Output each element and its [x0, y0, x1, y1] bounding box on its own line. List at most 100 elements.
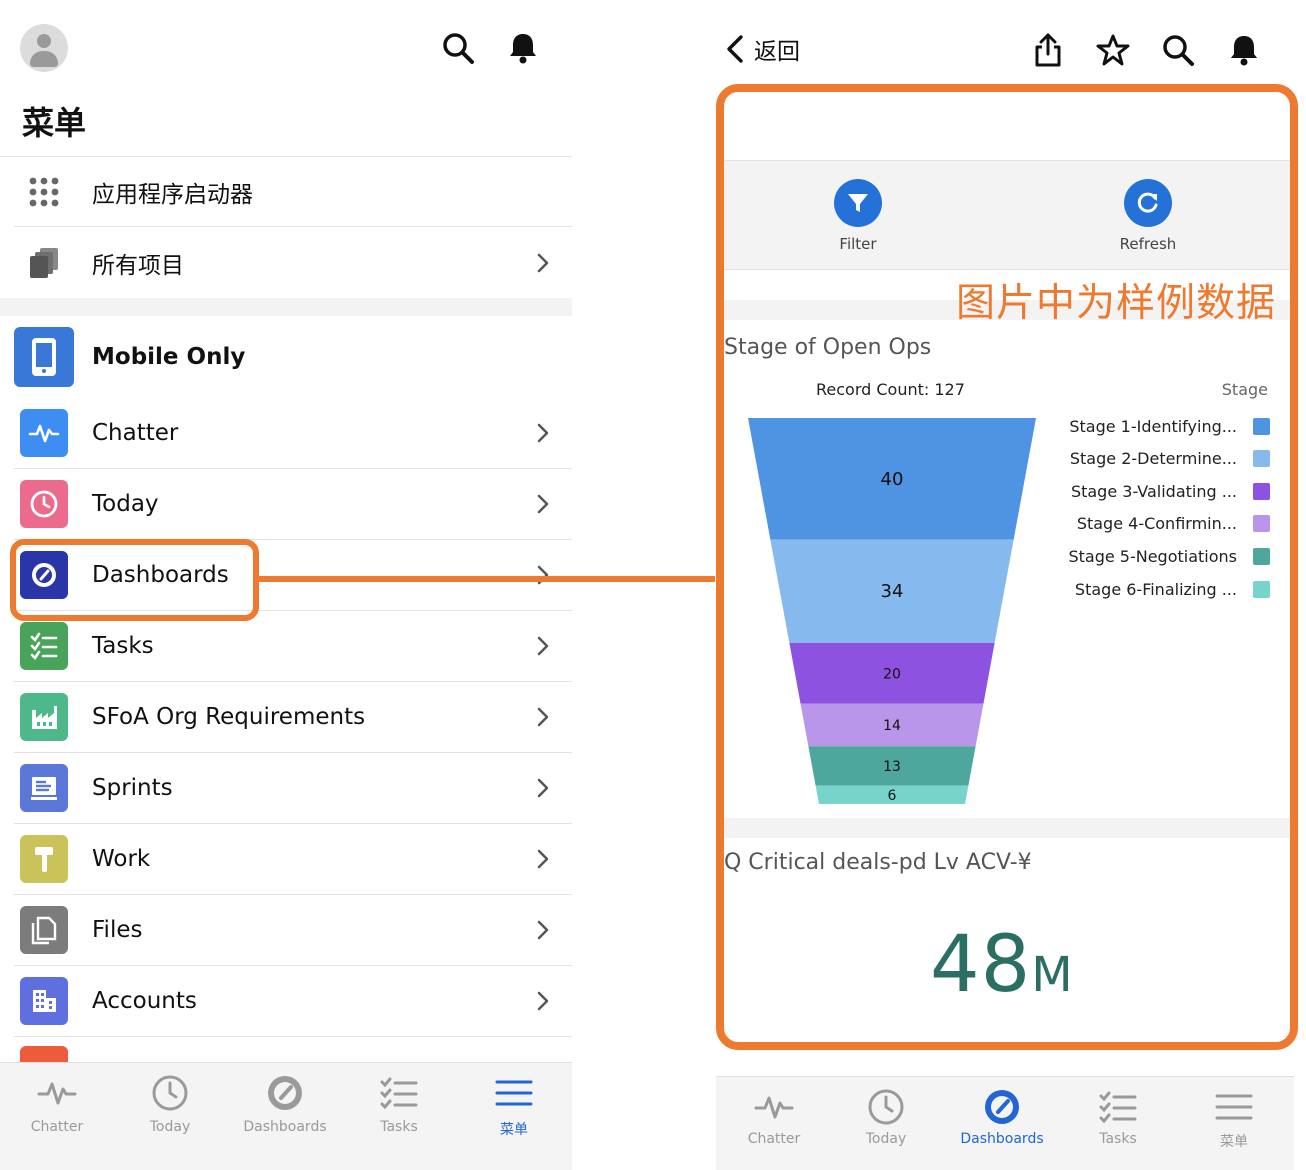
- filter-button[interactable]: Filter: [788, 179, 928, 253]
- chevron-right-icon: [536, 989, 552, 1013]
- menu-item-label: Files: [92, 917, 143, 943]
- tab-dashboards[interactable]: Dashboards: [228, 1063, 342, 1170]
- chevron-right-icon: [536, 251, 552, 275]
- menu-item-app-launcher[interactable]: 应用程序启动器: [0, 157, 572, 227]
- pulse-icon: [37, 1073, 77, 1113]
- tab-chatter[interactable]: Chatter: [0, 1063, 114, 1170]
- chevron-right-icon: [536, 847, 552, 871]
- tab-chatter[interactable]: Chatter: [716, 1077, 832, 1170]
- menu-item-label: Today: [92, 491, 159, 517]
- dashboard-toolbar: Filter Refresh: [724, 160, 1290, 270]
- record-count: Record Count: 127: [816, 380, 965, 399]
- tab-label: Chatter: [747, 1131, 801, 1147]
- menu-panel: 菜单 应用程序启动器 所有项目 Mobile Only Chatter Toda…: [0, 0, 572, 1170]
- filter-label: Filter: [839, 235, 877, 253]
- funnel-value-label: 13: [883, 759, 901, 775]
- clock-icon: [151, 1073, 189, 1113]
- menu-item-sprints[interactable]: Sprints: [0, 753, 572, 823]
- tab-label: Dashboards: [243, 1119, 327, 1135]
- tab-menu[interactable]: 菜单: [1176, 1077, 1292, 1170]
- tab-tasks[interactable]: Tasks: [1060, 1077, 1176, 1170]
- menu-item-accounts[interactable]: Accounts: [0, 966, 572, 1036]
- checklist-icon: [380, 1073, 418, 1113]
- factory-icon: [20, 693, 68, 741]
- tab-label: Today: [865, 1131, 907, 1147]
- chevron-right-icon: [536, 634, 552, 658]
- dashboard-gauge-icon: [266, 1073, 304, 1113]
- tab-menu[interactable]: 菜单: [457, 1063, 571, 1170]
- stacked-pages-icon: [20, 239, 68, 287]
- board-icon: [20, 764, 68, 812]
- metric-unit: M: [1031, 947, 1074, 1003]
- callout-connector-line: [257, 576, 715, 582]
- tab-tasks[interactable]: Tasks: [342, 1063, 456, 1170]
- funnel-chart: 40 34 20 14 13 6: [748, 418, 1036, 804]
- chart-title: Stage of Open Ops: [724, 335, 932, 360]
- files-icon: [20, 906, 68, 954]
- refresh-icon: [1124, 179, 1172, 227]
- menu-item-chatter[interactable]: Chatter: [0, 398, 572, 468]
- app-launcher-grid-icon: [20, 168, 68, 216]
- menu-item-today[interactable]: Today: [0, 469, 572, 539]
- funnel-value-label: 40: [881, 469, 904, 490]
- menu-item-label: Chatter: [92, 420, 179, 446]
- pulse-icon: [754, 1087, 794, 1127]
- bell-icon[interactable]: [503, 28, 543, 68]
- avatar[interactable]: [20, 24, 68, 72]
- refresh-button[interactable]: Refresh: [1078, 179, 1218, 253]
- menu-item-tasks[interactable]: Tasks: [0, 611, 572, 681]
- tab-today[interactable]: Today: [113, 1063, 227, 1170]
- metric-title: Q Critical deals-pd Lv ACV-¥: [724, 850, 1032, 875]
- menu-item-label: Accounts: [92, 988, 197, 1014]
- back-button[interactable]: 返回: [724, 32, 800, 66]
- metric-number: 48: [930, 920, 1032, 1010]
- funnel-value-label: 20: [883, 666, 901, 682]
- chevron-left-icon: [727, 35, 743, 63]
- tab-label: Dashboards: [960, 1131, 1044, 1147]
- building-icon: [20, 977, 68, 1025]
- bottom-tab-bar: Chatter Today Dashboards Tasks 菜单: [0, 1062, 572, 1170]
- dashboard-highlight-frame: Filter Refresh 图片中为样例数据 Stage of Open Op…: [716, 84, 1298, 1050]
- section-header-mobile-only: Mobile Only: [0, 322, 572, 392]
- dashboard-gauge-icon: [983, 1087, 1021, 1127]
- mobile-phone-icon: [14, 327, 74, 387]
- dashboards-highlight-box: [10, 539, 259, 621]
- clock-icon: [20, 480, 68, 528]
- funnel-value-label: 34: [881, 581, 904, 602]
- menu-item-label: 应用程序启动器: [92, 182, 253, 208]
- chevron-right-icon: [536, 705, 552, 729]
- tab-label: 菜单: [500, 1122, 528, 1138]
- menu-item-all-items[interactable]: 所有项目: [0, 228, 572, 298]
- share-icon[interactable]: [1028, 30, 1068, 70]
- legend-title: Stage: [1221, 380, 1268, 399]
- menu-item-label: Work: [92, 846, 151, 872]
- funnel-value-label: 14: [883, 718, 901, 734]
- filter-funnel-icon: [834, 179, 882, 227]
- tab-label: Tasks: [1099, 1131, 1137, 1147]
- star-icon[interactable]: [1093, 30, 1133, 70]
- tab-dashboards[interactable]: Dashboards: [944, 1077, 1060, 1170]
- chevron-right-icon: [536, 563, 552, 587]
- search-icon[interactable]: [438, 28, 478, 68]
- section-title: Mobile Only: [92, 344, 246, 370]
- dashboard-panel: 返回 Filter Refresh 图片中为样例数据 Stage of Open…: [716, 0, 1306, 1170]
- menu-item-files[interactable]: Files: [0, 895, 572, 965]
- search-icon[interactable]: [1158, 30, 1198, 70]
- tab-today[interactable]: Today: [828, 1077, 944, 1170]
- refresh-label: Refresh: [1119, 235, 1177, 253]
- chevron-right-icon: [536, 918, 552, 942]
- menu-item-work[interactable]: Work: [0, 824, 572, 894]
- checklist-icon: [20, 622, 68, 670]
- tab-label: Chatter: [30, 1119, 84, 1135]
- menu-item-label: Sprints: [92, 775, 173, 801]
- checklist-icon: [1099, 1087, 1137, 1127]
- chevron-right-icon: [536, 776, 552, 800]
- menu-item-sfoa-org-requirements[interactable]: SFoA Org Requirements: [0, 682, 572, 752]
- back-label: 返回: [754, 39, 800, 65]
- tab-label: Today: [149, 1119, 191, 1135]
- bell-icon[interactable]: [1224, 30, 1264, 70]
- sample-data-watermark: 图片中为样例数据: [955, 281, 1276, 326]
- pulse-icon: [20, 409, 68, 457]
- hamburger-menu-icon: [1215, 1087, 1253, 1127]
- tab-label: 菜单: [1220, 1134, 1248, 1150]
